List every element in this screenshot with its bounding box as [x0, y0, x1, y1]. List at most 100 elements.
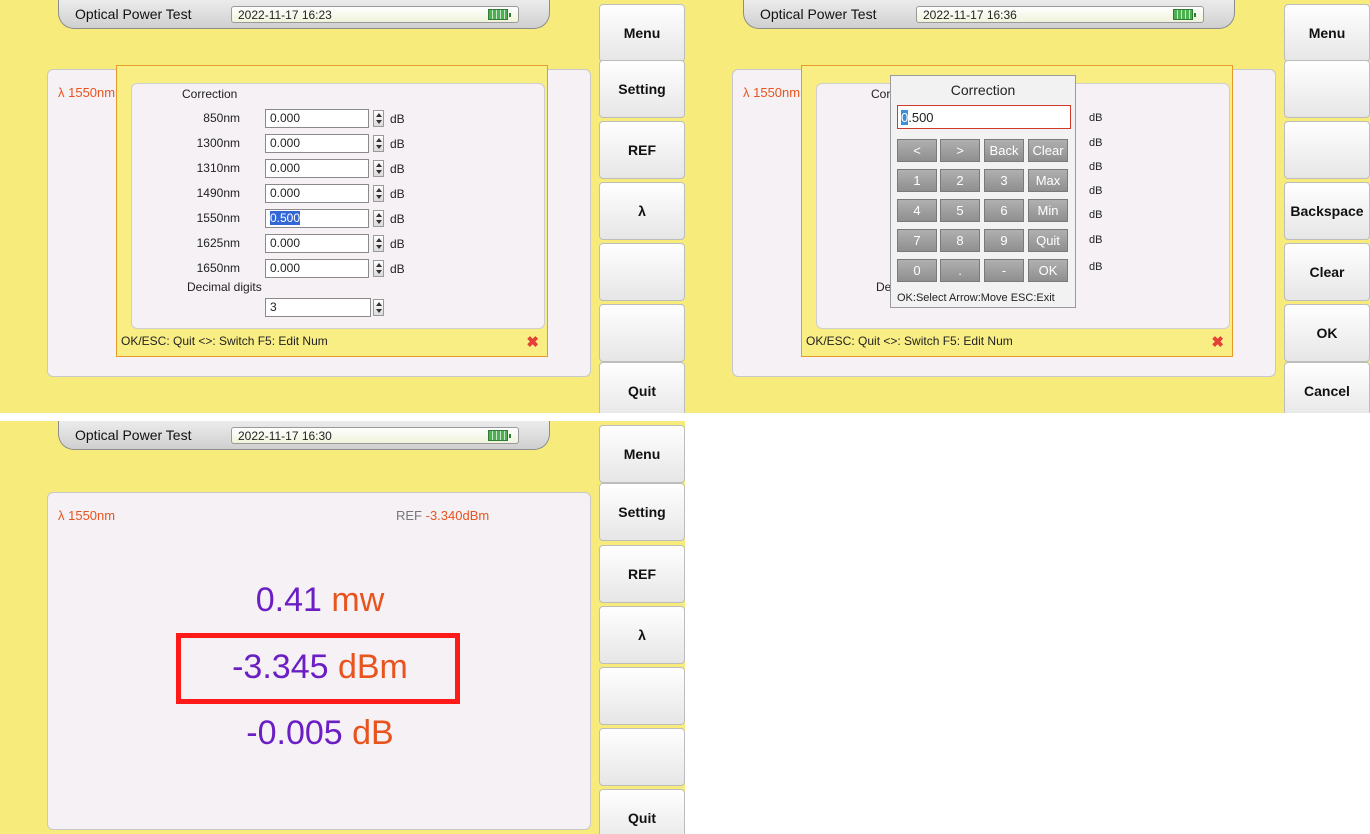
key-9[interactable]: 9 — [984, 229, 1024, 252]
title-bar: Optical Power Test 2022-11-17 16:30 — [58, 421, 550, 450]
dialog-hint: OK/ESC: Quit <>: Switch F5: Edit Num — [121, 334, 328, 348]
ref-button[interactable]: REF — [599, 121, 685, 179]
datetime: 2022-11-17 16:36 — [923, 8, 1017, 22]
menu-button[interactable]: Menu — [1284, 4, 1370, 62]
correction-input-1625[interactable]: 0.000 — [265, 234, 369, 253]
setting-button[interactable]: Setting — [599, 483, 685, 541]
row-label-1625: 1625nm — [196, 236, 240, 250]
correction-input-1300[interactable]: 0.000 — [265, 134, 369, 153]
spin-arrows-icon[interactable] — [373, 235, 384, 252]
decimal-digits-input[interactable]: 3 — [265, 298, 371, 317]
ref-button[interactable]: REF — [599, 545, 685, 603]
correction-input-1650[interactable]: 0.000 — [265, 259, 369, 278]
key-1[interactable]: 1 — [897, 169, 937, 192]
key-ok[interactable]: OK — [1028, 259, 1068, 282]
status-bar: 2022-11-17 16:23 — [231, 6, 519, 23]
unit-label: dB — [1089, 209, 1103, 221]
close-icon[interactable]: ✖ — [1211, 333, 1224, 351]
unit-label: dB — [1089, 161, 1103, 173]
spin-arrows-icon[interactable] — [373, 160, 384, 177]
correction-screen: Optical Power Test 2022-11-17 16:23 λ 15… — [0, 0, 685, 413]
keypad-hint: OK:Select Arrow:Move ESC:Exit — [897, 292, 1055, 304]
blank-softkey[interactable] — [599, 728, 685, 786]
softkey-column: Menu Setting REF λ Quit — [599, 421, 685, 834]
unit-label: dB — [390, 112, 405, 126]
key-quit[interactable]: Quit — [1028, 229, 1068, 252]
key-back[interactable]: Back — [984, 139, 1024, 162]
setting-button[interactable]: Setting — [599, 60, 685, 118]
relative-db-reading: -0.005 dB — [48, 714, 592, 753]
key-5[interactable]: 5 — [940, 199, 980, 222]
spin-arrows-icon[interactable] — [373, 210, 384, 227]
power-mw-reading: 0.41 mw — [48, 581, 592, 620]
spin-arrows-icon[interactable] — [373, 299, 384, 316]
power-mw-unit: mw — [331, 581, 385, 619]
key-4[interactable]: 4 — [897, 199, 937, 222]
clear-button[interactable]: Clear — [1284, 243, 1370, 301]
wavelength-button[interactable]: λ — [599, 606, 685, 664]
softkey-column: Menu Backspace Clear OK Cancel — [1284, 0, 1370, 413]
quit-button[interactable]: Quit — [599, 789, 685, 834]
spin-arrows-icon[interactable] — [373, 260, 384, 277]
blank-softkey[interactable] — [1284, 60, 1370, 118]
relative-db-unit: dB — [352, 714, 394, 752]
correction-input-850[interactable]: 0.000 — [265, 109, 369, 128]
spin-arrows-icon[interactable] — [373, 110, 384, 127]
spin-arrows-icon[interactable] — [373, 185, 384, 202]
battery-icon — [1173, 9, 1196, 20]
unit-label: dB — [390, 187, 405, 201]
wavelength-button[interactable]: λ — [599, 182, 685, 240]
menu-button[interactable]: Menu — [599, 425, 685, 483]
keypad-title: Correction — [950, 82, 1016, 98]
key-right[interactable]: > — [940, 139, 980, 162]
title-bar: Optical Power Test 2022-11-17 16:36 — [743, 0, 1235, 29]
correction-input-1490[interactable]: 0.000 — [265, 184, 369, 203]
key-max[interactable]: Max — [1028, 169, 1068, 192]
key-min[interactable]: Min — [1028, 199, 1068, 222]
key-2[interactable]: 2 — [940, 169, 980, 192]
key-7[interactable]: 7 — [897, 229, 937, 252]
key-left[interactable]: < — [897, 139, 937, 162]
blank-softkey[interactable] — [1284, 121, 1370, 179]
correction-input-1550[interactable]: 0.500 — [265, 209, 369, 228]
status-bar: 2022-11-17 16:30 — [231, 427, 519, 444]
backspace-button[interactable]: Backspace — [1284, 182, 1370, 240]
keypad-value-input[interactable]: 0.500 — [897, 105, 1071, 129]
row-label-1650: 1650nm — [196, 261, 240, 275]
ok-button[interactable]: OK — [1284, 304, 1370, 362]
blank-softkey[interactable] — [599, 243, 685, 301]
wavelength-label: λ 1550nm — [58, 85, 116, 100]
blank-softkey[interactable] — [599, 667, 685, 725]
unit-label: dB — [1089, 185, 1103, 197]
key-minus[interactable]: - — [984, 259, 1024, 282]
title-bar: Optical Power Test 2022-11-17 16:23 — [58, 0, 550, 29]
key-8[interactable]: 8 — [940, 229, 980, 252]
wavelength-label: λ 1550nm — [58, 508, 116, 523]
unit-label: dB — [390, 137, 405, 151]
unit-label: dB — [390, 212, 405, 226]
key-clear[interactable]: Clear — [1028, 139, 1068, 162]
key-0[interactable]: 0 — [897, 259, 937, 282]
quit-button[interactable]: Quit — [599, 362, 685, 413]
key-decimal-point[interactable]: . — [940, 259, 980, 282]
row-label-1490: 1490nm — [196, 186, 240, 200]
unit-label: dB — [1089, 112, 1103, 124]
highlight-frame — [176, 633, 460, 704]
softkey-column: Menu Setting REF λ Quit — [599, 0, 685, 413]
datetime: 2022-11-17 16:23 — [238, 8, 332, 22]
dialog-hint: OK/ESC: Quit <>: Switch F5: Edit Num — [806, 334, 1013, 348]
menu-button[interactable]: Menu — [599, 4, 685, 62]
ref-readout: REF -3.340dBm — [396, 508, 490, 523]
spin-arrows-icon[interactable] — [373, 135, 384, 152]
row-label-1300: 1300nm — [196, 136, 240, 150]
key-6[interactable]: 6 — [984, 199, 1024, 222]
power-mw-value: 0.41 — [255, 581, 322, 619]
cancel-button[interactable]: Cancel — [1284, 362, 1370, 413]
blank-softkey[interactable] — [599, 304, 685, 362]
app-title: Optical Power Test — [760, 6, 877, 22]
close-icon[interactable]: ✖ — [526, 333, 539, 351]
key-3[interactable]: 3 — [984, 169, 1024, 192]
datetime: 2022-11-17 16:30 — [238, 429, 332, 443]
decimal-digits-label: Decimal digits — [187, 280, 262, 294]
correction-input-1310[interactable]: 0.000 — [265, 159, 369, 178]
